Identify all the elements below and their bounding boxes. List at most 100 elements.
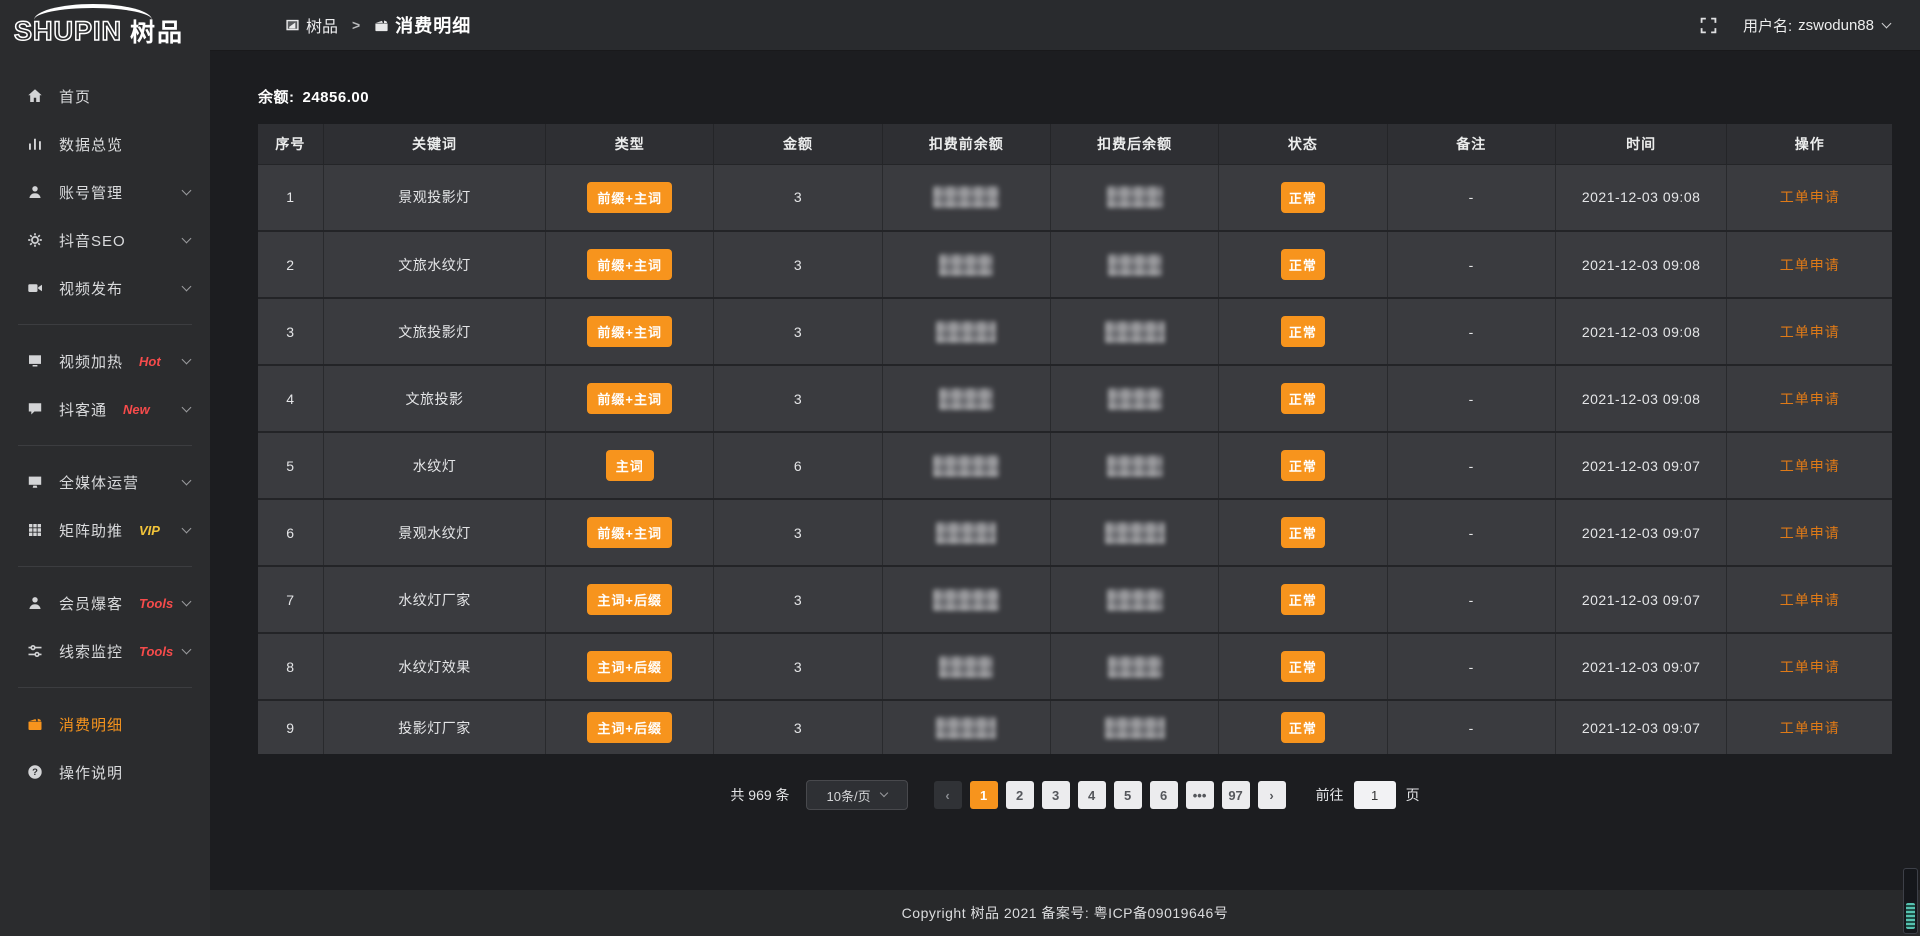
breadcrumb-current: 消费明细 [374,12,471,38]
chevron-down-icon [1882,18,1892,28]
sidebar-item-video[interactable]: 视频发布 [0,264,210,312]
monitor-icon [26,473,44,491]
fullscreen-icon[interactable] [1700,17,1717,34]
scrollbar[interactable] [1903,868,1918,934]
chevron-down-icon [182,475,192,485]
breadcrumb-separator: > [352,17,360,33]
member-icon [26,594,44,612]
ticket-apply-link[interactable]: 工单申请 [1780,189,1840,205]
sidebar-item-gear[interactable]: 抖音SEO [0,216,210,264]
ticket-apply-link[interactable]: 工单申请 [1780,324,1840,340]
ticket-apply-link[interactable]: 工单申请 [1780,391,1840,407]
sidebar-item-wallet[interactable]: 消费明细 [0,700,210,748]
cell-index: 6 [258,499,323,566]
redacted-balance-after [1107,589,1163,611]
cell-time: 2021-12-03 09:08 [1555,298,1727,365]
type-tag: 主词+后缀 [587,651,672,682]
redacted-balance-before [933,186,999,208]
cell-amount: 3 [714,164,882,231]
scrollbar-thumb[interactable] [1906,903,1915,929]
page-size-select[interactable]: 10条/页 [806,780,908,810]
cell-amount: 3 [714,566,882,633]
cell-index: 2 [258,231,323,298]
sidebar-item-badge: New [123,402,150,417]
redacted-balance-before [936,321,996,343]
sidebar-item-badge: Tools [139,644,173,659]
ticket-apply-link[interactable]: 工单申请 [1780,659,1840,675]
sidebar-item-member[interactable]: 会员爆客 Tools [0,579,210,627]
video-icon [26,279,44,297]
cell-amount: 3 [714,700,882,754]
user-menu[interactable]: 用户名: zswodun88 [1743,15,1890,36]
username-label: 用户名: [1743,15,1792,36]
ticket-apply-link[interactable]: 工单申请 [1780,720,1840,736]
sidebar-divider [18,445,192,446]
sidebar-item-monitor[interactable]: 全媒体运营 [0,458,210,506]
pagination-page-4[interactable]: 4 [1078,781,1106,809]
sidebar-item-label: 消费明细 [59,714,123,735]
column-header: 扣费前余额 [882,124,1050,164]
sidebar-item-screen[interactable]: 视频加热Hot [0,337,210,385]
sidebar-item-badge: Tools [139,596,173,611]
ticket-apply-link[interactable]: 工单申请 [1780,458,1840,474]
topbar: 树品 > 消费明细 用户名: zswodun88 [210,0,1920,50]
column-header: 操作 [1727,124,1892,164]
sidebar-item-sliders[interactable]: 线索监控 Tools [0,627,210,675]
username-value: zswodun88 [1798,17,1874,34]
redacted-balance-after [1105,717,1165,739]
table-row: 6景观水纹灯前缀+主词3正常-2021-12-03 09:07工单申请 [258,499,1892,566]
pagination-page-2[interactable]: 2 [1006,781,1034,809]
sidebar-item-grid[interactable]: 矩阵助推VIP [0,506,210,554]
pagination-ellipsis[interactable]: ••• [1186,781,1214,809]
jump-page-input[interactable] [1354,781,1396,809]
table-row: 2文旅水纹灯前缀+主词3正常-2021-12-03 09:08工单申请 [258,231,1892,298]
sidebar-item-question[interactable]: ?操作说明 [0,748,210,796]
breadcrumb-root[interactable]: 树品 [285,13,338,37]
redacted-balance-after [1107,186,1163,208]
pagination-page-1[interactable]: 1 [970,781,998,809]
sidebar-item-label: 矩阵助推 [59,520,123,541]
sidebar-item-user[interactable]: 账号管理 [0,168,210,216]
topbar-right: 用户名: zswodun88 [1700,15,1890,36]
cell-time: 2021-12-03 09:07 [1555,700,1727,754]
app-window-icon [285,18,300,33]
pagination-prev-button[interactable]: ‹ [934,781,962,809]
cell-keyword: 投影灯厂家 [323,700,545,754]
pagination-pages: 123456 ••• 97 [966,781,1254,809]
jump-suffix: 页 [1406,785,1420,805]
sidebar-item-chart[interactable]: 数据总览 [0,120,210,168]
ticket-apply-link[interactable]: 工单申请 [1780,592,1840,608]
cell-remark: - [1387,566,1555,633]
chart-icon [26,135,44,153]
chevron-down-icon [879,789,887,797]
sidebar-item-label: 全媒体运营 [59,472,139,493]
pagination-page-3[interactable]: 3 [1042,781,1070,809]
cell-time: 2021-12-03 09:07 [1555,633,1727,700]
pagination-page-6[interactable]: 6 [1150,781,1178,809]
screen-icon [26,352,44,370]
pagination-page-5[interactable]: 5 [1114,781,1142,809]
cell-keyword: 文旅水纹灯 [323,231,545,298]
consumption-table: 序号关键词类型金额扣费前余额扣费后余额状态备注时间操作 1景观投影灯前缀+主词3… [258,124,1892,754]
cell-amount: 3 [714,633,882,700]
type-tag: 前缀+主词 [587,316,672,347]
column-header: 状态 [1219,124,1387,164]
sliders-icon [26,642,44,660]
chevron-down-icon [182,402,192,412]
pagination-next-button[interactable]: › [1258,781,1286,809]
table-row: 4文旅投影前缀+主词3正常-2021-12-03 09:08工单申请 [258,365,1892,432]
sidebar-item-label: 会员爆客 [59,593,123,614]
cell-amount: 3 [714,499,882,566]
ticket-apply-link[interactable]: 工单申请 [1780,257,1840,273]
pagination-page-97[interactable]: 97 [1222,781,1250,809]
cell-index: 9 [258,700,323,754]
ticket-apply-link[interactable]: 工单申请 [1780,525,1840,541]
cell-index: 5 [258,432,323,499]
sidebar-item-label: 操作说明 [59,762,123,783]
sidebar-item-label: 线索监控 [59,641,123,662]
sidebar-item-chat[interactable]: 抖客通New [0,385,210,433]
sidebar-item-home[interactable]: 首页 [0,72,210,120]
sidebar-divider [18,687,192,688]
chevron-down-icon [182,644,192,654]
status-tag: 正常 [1281,182,1325,213]
